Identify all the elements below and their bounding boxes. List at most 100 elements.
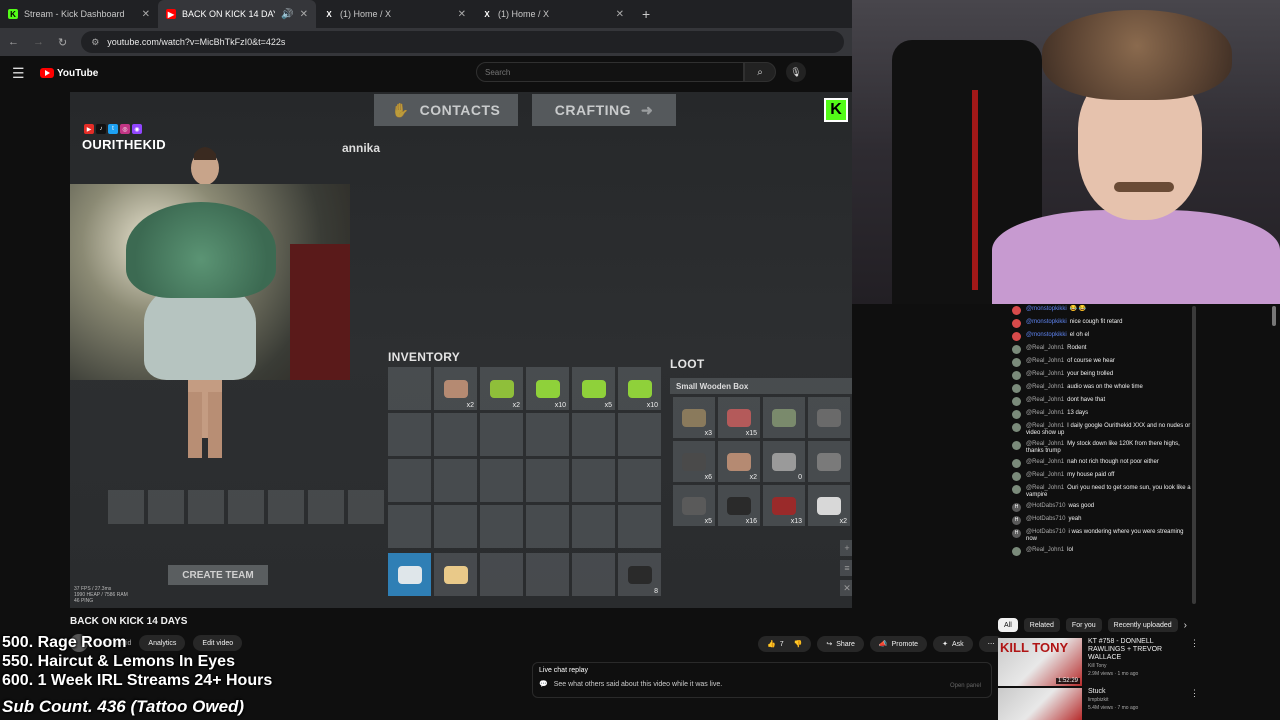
chat-text: 😂 😂 (1069, 306, 1087, 312)
item-icon (535, 379, 560, 398)
recommended-video[interactable]: Stuck limpbizkit 5.4M views · 7 mo ago (998, 688, 1188, 720)
analytics-button[interactable]: Analytics (139, 635, 186, 651)
avatar (1012, 547, 1021, 556)
url-field[interactable]: ⚙ youtube.com/watch?v=MicBhTkFzI0&t=422s (81, 31, 844, 53)
item-count: x2 (749, 474, 757, 481)
edit-video-button[interactable]: Edit video (193, 635, 243, 651)
chat-author[interactable]: @Real_John1 (1026, 397, 1064, 403)
chat-text: yeah (1068, 516, 1082, 522)
streamer-face (144, 284, 256, 380)
close-icon[interactable]: ✕ (616, 9, 624, 20)
filter-recently-uploaded[interactable]: Recently uploaded (1107, 618, 1178, 632)
inventory-slot (618, 505, 661, 548)
chat-message: H @HotDabs710 yeah (1000, 514, 1198, 527)
live-chat-replay: @monstopkikki 😂 😂 @monstopkikki nice cough … (1000, 304, 1198, 606)
chat-message: @monstopkikki nice cough fit retard (1000, 317, 1198, 330)
video-player[interactable]: ✋ CONTACTS CRAFTING ➜ K ▶ ♪ t ◎ ◉ OURITH… (70, 92, 852, 608)
browser-tab-x[interactable]: X (1) Home / X ✕ (474, 0, 632, 28)
filter-related[interactable]: Related (1023, 618, 1060, 632)
close-icon[interactable]: ✕ (142, 9, 150, 20)
chat-author[interactable]: @HotDabs710 (1026, 529, 1065, 535)
page-scrollbar[interactable] (1272, 306, 1276, 326)
search-button[interactable]: ⌕ (744, 62, 776, 82)
chat-message: @Real_John1 lol (1000, 545, 1198, 558)
back-icon[interactable]: ← (8, 36, 19, 48)
chat-author[interactable]: @Real_John1 (1026, 441, 1064, 447)
search-input[interactable] (476, 62, 744, 82)
kick-logo: K (824, 98, 848, 122)
video-meta: 5.4M views · 7 mo ago (1088, 705, 1139, 711)
chat-author[interactable]: @Real_John1 (1026, 384, 1064, 390)
mustache (1114, 182, 1174, 192)
more-icon[interactable]: ⋮ (1190, 638, 1199, 649)
chat-author[interactable]: @Real_John1 (1026, 410, 1064, 416)
hand-icon: ✋ (391, 101, 410, 118)
chat-author[interactable]: @Real_John1 (1026, 472, 1064, 478)
browser-tab-kick[interactable]: K Stream - Kick Dashboard ✕ (0, 0, 158, 28)
site-info-icon[interactable]: ⚙ (91, 37, 99, 48)
open-panel-button[interactable]: Open panel (950, 683, 981, 689)
chat-scrollbar[interactable] (1192, 306, 1196, 604)
promote-button[interactable]: 📣 Promote (869, 636, 928, 652)
video-thumbnail[interactable] (998, 688, 1082, 720)
item-icon (627, 565, 652, 584)
chat-author[interactable]: @Real_John1 (1026, 547, 1064, 553)
close-icon[interactable]: ✕ (300, 9, 308, 20)
more-icon[interactable]: ⋮ (1190, 688, 1199, 699)
close-icon[interactable]: ✕ (458, 9, 466, 20)
loot-slot: 0 (763, 441, 805, 482)
hotbar-slot (526, 553, 569, 596)
chat-message: @Real_John1 Rodent (1000, 343, 1198, 356)
browser-tab-x[interactable]: X (1) Home / X ✕ (316, 0, 474, 28)
item-icon (443, 565, 468, 584)
video-title[interactable]: Stuck (1088, 688, 1188, 696)
chat-author[interactable]: @Real_John1 (1026, 371, 1064, 377)
menu-icon[interactable]: ☰ (12, 65, 30, 82)
youtube-icon: ▶ (84, 124, 94, 134)
inventory-slot (388, 459, 431, 502)
filter-for-you[interactable]: For you (1065, 618, 1102, 632)
speaker-icon[interactable]: 🔊 (281, 9, 293, 20)
chat-author[interactable]: @HotDabs710 (1026, 503, 1065, 509)
video-thumbnail[interactable]: KILL TONY 1:52:29 (998, 638, 1082, 686)
instagram-icon: ◎ (120, 124, 130, 134)
avatar (1012, 306, 1021, 315)
share-button[interactable]: ↪ Share (817, 636, 864, 652)
chevron-right-icon[interactable]: › (1184, 620, 1187, 631)
team-slot (268, 490, 304, 524)
thumbs-down-icon[interactable]: 👎 (794, 640, 803, 648)
arrow-right-icon: ➜ (641, 101, 654, 118)
voice-search-button[interactable]: 🎙 (786, 62, 806, 82)
tab-title: BACK ON KICK 14 DAYS - Y (182, 9, 275, 19)
new-tab-button[interactable]: + (642, 6, 650, 22)
live-replay-description: See what others said about this video wh… (553, 680, 723, 688)
chat-message: @Real_John1 nah not rich though not poor … (1000, 457, 1198, 470)
x-icon: X (484, 9, 490, 19)
like-button[interactable]: 👍 7 👎 (758, 636, 812, 652)
filter-all[interactable]: All (998, 618, 1018, 632)
chat-author[interactable]: @Real_John1 (1026, 485, 1064, 491)
chat-author[interactable]: @monstopkikki (1026, 306, 1067, 312)
chat-author[interactable]: @Real_John1 (1026, 345, 1064, 351)
item-icon (817, 496, 841, 515)
loot-slot: x3 (673, 397, 715, 438)
chat-author[interactable]: @Real_John1 (1026, 459, 1064, 465)
chat-author[interactable]: @monstopkikki (1026, 332, 1067, 338)
ask-button[interactable]: ✦ Ask (933, 636, 973, 652)
chat-author[interactable]: @Real_John1 (1026, 423, 1064, 429)
forward-icon[interactable]: → (33, 36, 44, 48)
item-count: x3 (704, 430, 712, 437)
browser-tab-youtube[interactable]: ▶ BACK ON KICK 14 DAYS - Y 🔊 ✕ (158, 0, 316, 28)
chat-message: @Real_John1 13 days (1000, 408, 1198, 421)
chat-author[interactable]: @monstopkikki (1026, 319, 1067, 325)
video-title[interactable]: KT #758 - DONNELL RAWLINGS + TREVOR WALL… (1088, 638, 1188, 662)
youtube-logo[interactable]: YouTube (40, 68, 98, 79)
chat-author[interactable]: @HotDabs710 (1026, 516, 1065, 522)
item-icon (817, 408, 841, 427)
hotbar-slot (480, 553, 523, 596)
item-icon (682, 452, 706, 471)
recommended-video[interactable]: KILL TONY 1:52:29 KT #758 - DONNELL RAWL… (998, 638, 1188, 686)
hotbar-slot: 8 (618, 553, 661, 596)
chat-author[interactable]: @Real_John1 (1026, 358, 1064, 364)
reload-icon[interactable]: ↻ (58, 36, 67, 49)
